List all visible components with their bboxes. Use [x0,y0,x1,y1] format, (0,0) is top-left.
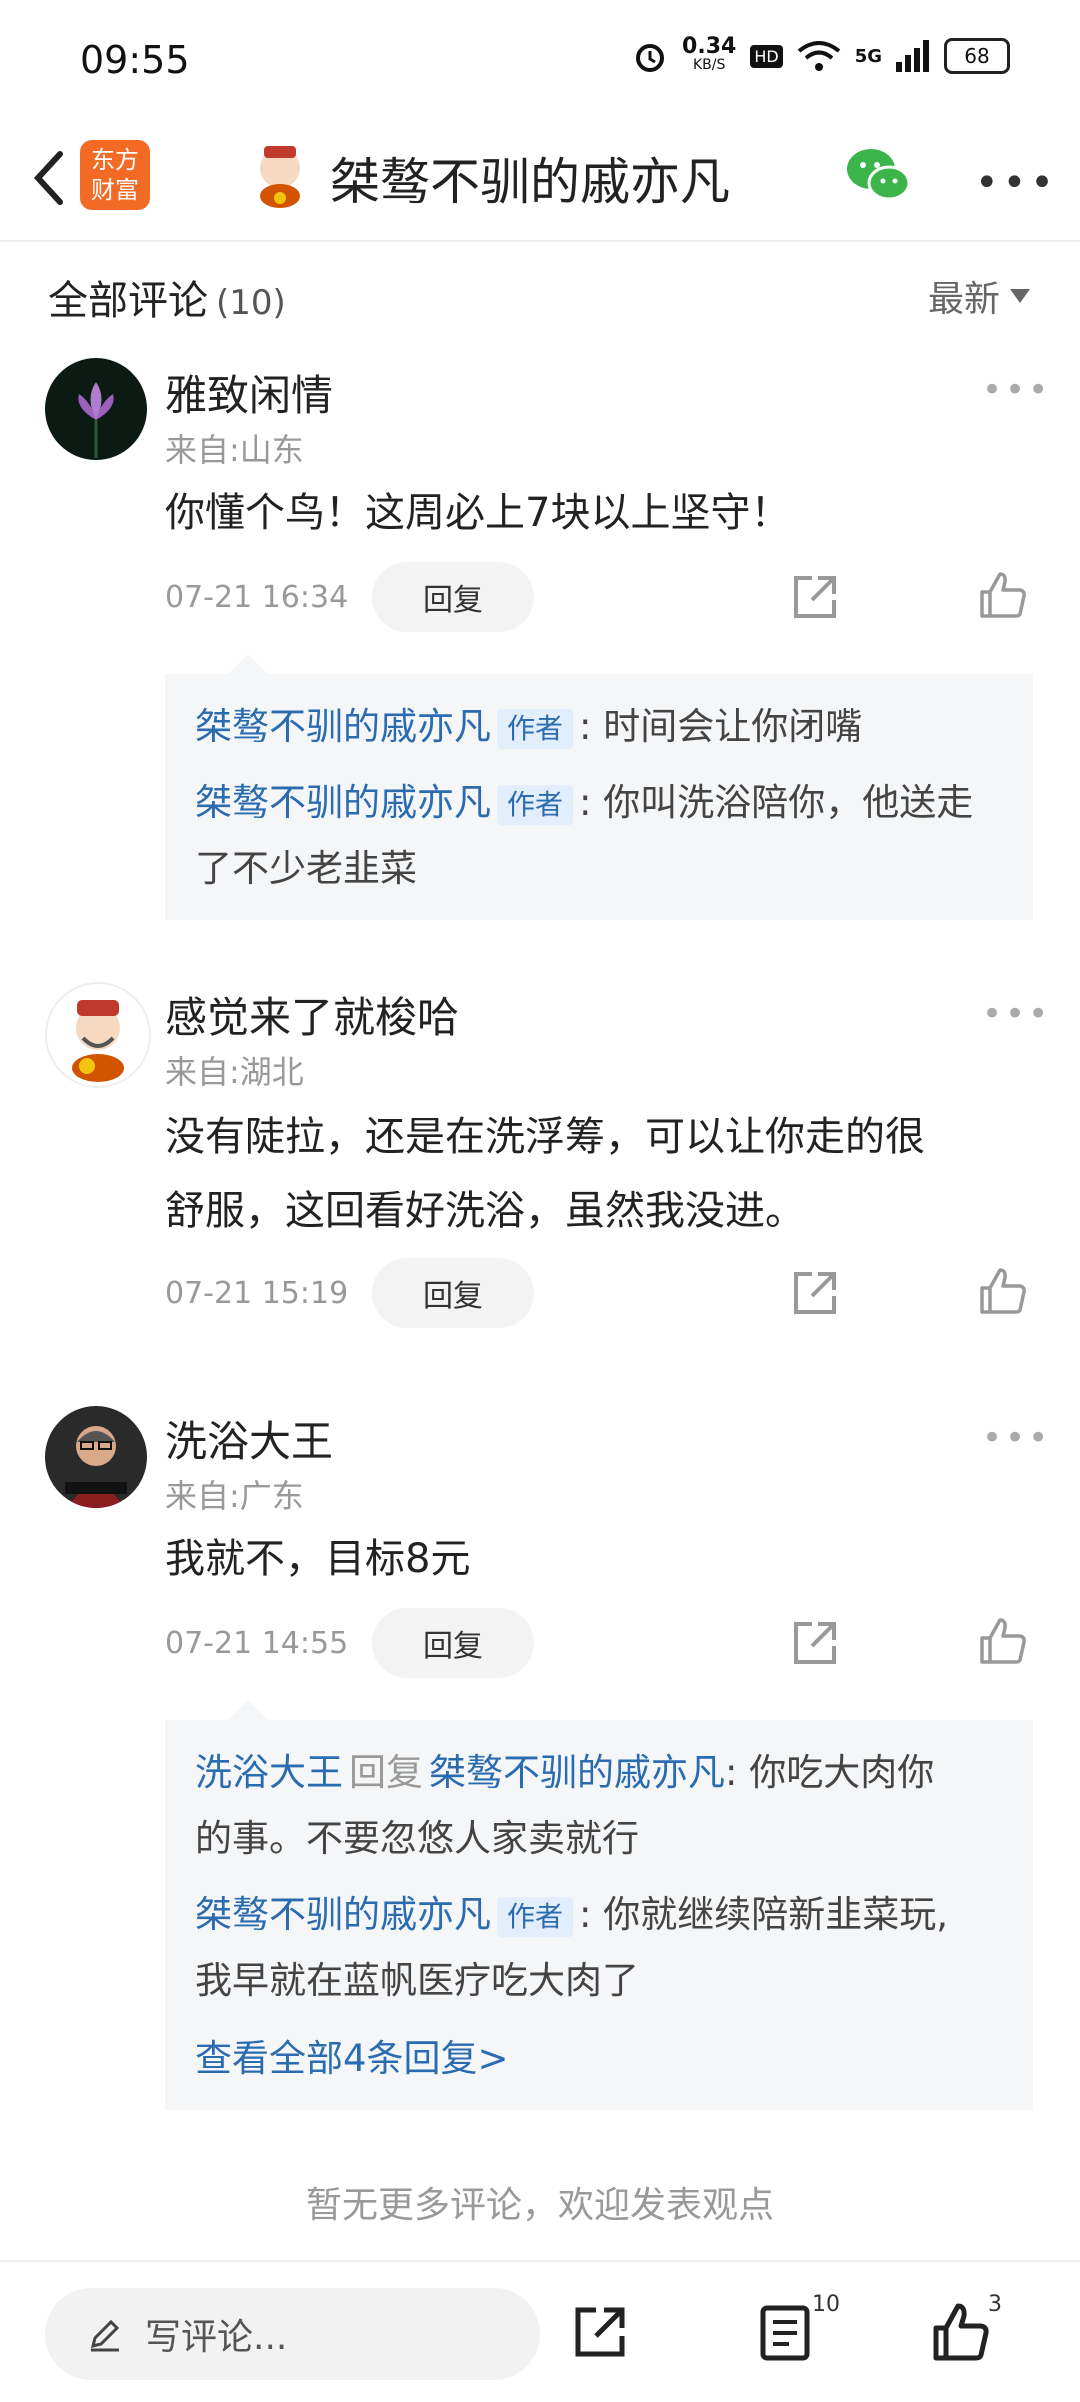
share-icon[interactable] [790,572,840,622]
comment-date: 07-21 15:19 [165,1276,349,1311]
share-icon[interactable] [570,2302,630,2362]
share-icon[interactable] [790,1618,840,1668]
no-more-comments: 暂无更多评论，欢迎发表观点 [305,2185,774,2226]
avatar[interactable] [45,358,147,460]
like-icon[interactable] [978,1616,1028,1666]
comment-date: 07-21 16:34 [165,580,349,615]
author-badge: 作者 [497,708,574,749]
comment-username[interactable]: 洗浴大王 [165,1408,333,1469]
bottom-bar: 写评论... 10 3 [0,2260,1080,2402]
reply-item: 桀骜不驯的戚亦凡 作者: 你就继续陪新韭菜玩, [195,1882,1013,1948]
reply-button[interactable]: 回复 [372,1258,534,1328]
sort-dropdown[interactable]: 最新 [928,270,1030,322]
reply-text-continued: 的事。不要忽悠人家卖就行 [195,1817,639,1860]
comment-username[interactable]: 雅致闲情 [165,362,333,423]
battery-icon: 68 [944,38,1010,74]
reply-target-name[interactable]: 桀骜不驯的戚亦凡 [429,1751,725,1794]
reply-text: : 时间会让你闭嘴 [579,705,863,748]
reply-author-name[interactable]: 桀骜不驯的戚亦凡 [195,781,491,824]
comment-location: 来自:广东 [165,1477,304,1515]
page-title: 桀骜不驯的戚亦凡 [330,153,730,211]
comments-icon[interactable] [755,2302,815,2362]
reply-author-name[interactable]: 桀骜不驯的戚亦凡 [195,1893,491,1936]
comment-location: 来自:湖北 [165,1053,304,1091]
comments-count: (10) [216,283,286,323]
author-avatar-icon[interactable] [250,140,310,210]
reply-item: 桀骜不驯的戚亦凡 作者: 你叫洗浴陪你，他送走 [195,770,1013,836]
wifi-icon [797,41,840,71]
reply-text: : 你就继续陪新韭菜玩, [579,1893,949,1936]
comment-count-badge: 10 [812,2292,840,2317]
chevron-down-icon [1010,289,1030,303]
reply-author-name[interactable]: 洗浴大王 [195,1751,343,1794]
signal-icon [896,40,929,72]
comments-title: 全部评论 (10) [48,278,286,324]
person-icon [65,1426,127,1508]
reply-word: 回复 [349,1751,423,1794]
comment-username[interactable]: 感觉来了就梭哈 [165,984,459,1045]
title-bar: 东方 财富 桀骜不驯的戚亦凡 ••• [0,120,1080,242]
share-icon[interactable] [790,1268,840,1318]
more-icon[interactable]: ••• [975,160,1058,206]
reply-text-continued: 了不少老韭菜 [195,847,417,890]
reply-box-pointer [228,1700,268,1720]
caishen-icon [72,1000,124,1082]
comment-text: 没有陡拉，还是在洗浮筹，可以让你走的很 舒服，这回看好洗浴，虽然我没进。 [165,1114,925,1234]
reply-box-pointer [228,654,268,674]
hd-badge: HD [750,44,783,68]
status-icons: 0.34 KB/S HD 5G 68 [632,34,1010,74]
back-icon[interactable] [30,148,70,208]
comment-text: 我就不，目标8元 [165,1536,471,1582]
signal-label: 5G [854,45,882,67]
reply-item: 洗浴大王 回复 桀骜不驯的戚亦凡: 你吃大肉你 [195,1740,1013,1806]
app-logo[interactable]: 东方 财富 [80,140,150,210]
comment-more-icon[interactable]: ••• [982,370,1051,410]
lotus-icon [78,382,114,458]
like-icon[interactable] [978,570,1028,620]
comment-input[interactable]: 写评论... [45,2288,540,2380]
reply-box: 桀骜不驯的戚亦凡 作者: 时间会让你闭嘴 桀骜不驯的戚亦凡 作者: 你叫洗浴陪你，他… [165,674,1033,920]
reply-text-continued: 我早就在蓝帆医疗吃大肉了 [195,1959,639,2002]
net-speed: 0.34 KB/S [682,34,737,74]
reply-button[interactable]: 回复 [372,1608,534,1678]
reply-text: : 你吃大肉你 [725,1751,935,1794]
reply-author-name[interactable]: 桀骜不驯的戚亦凡 [195,705,491,748]
reply-box: 洗浴大王 回复 桀骜不驯的戚亦凡: 你吃大肉你 的事。不要忽悠人家卖就行 桀骜不驯的… [165,1720,1033,2110]
alarm-icon [636,44,665,72]
author-badge: 作者 [497,1896,574,1937]
comment-more-icon[interactable]: ••• [982,1418,1051,1458]
avatar[interactable] [45,1406,147,1508]
avatar[interactable] [45,982,151,1088]
like-icon[interactable] [930,2302,990,2362]
view-all-replies-link[interactable]: 查看全部4条回复> [195,2026,1013,2092]
like-count-badge: 3 [988,2292,1002,2317]
status-time: 09:55 [80,38,190,82]
comment-date: 07-21 14:55 [165,1626,349,1661]
comment-location: 来自:山东 [165,431,304,469]
author-badge: 作者 [497,784,574,825]
reply-button[interactable]: 回复 [372,562,534,632]
reply-text: : 你叫洗浴陪你，他送走 [579,781,974,824]
reply-item: 桀骜不驯的戚亦凡 作者: 时间会让你闭嘴 [195,694,1013,760]
pencil-icon [90,2319,120,2352]
comment-text: 你懂个鸟！这周必上7块以上坚守！ [165,490,791,536]
comment-more-icon[interactable]: ••• [982,994,1051,1034]
wechat-icon[interactable] [845,145,911,205]
like-icon[interactable] [978,1266,1028,1316]
